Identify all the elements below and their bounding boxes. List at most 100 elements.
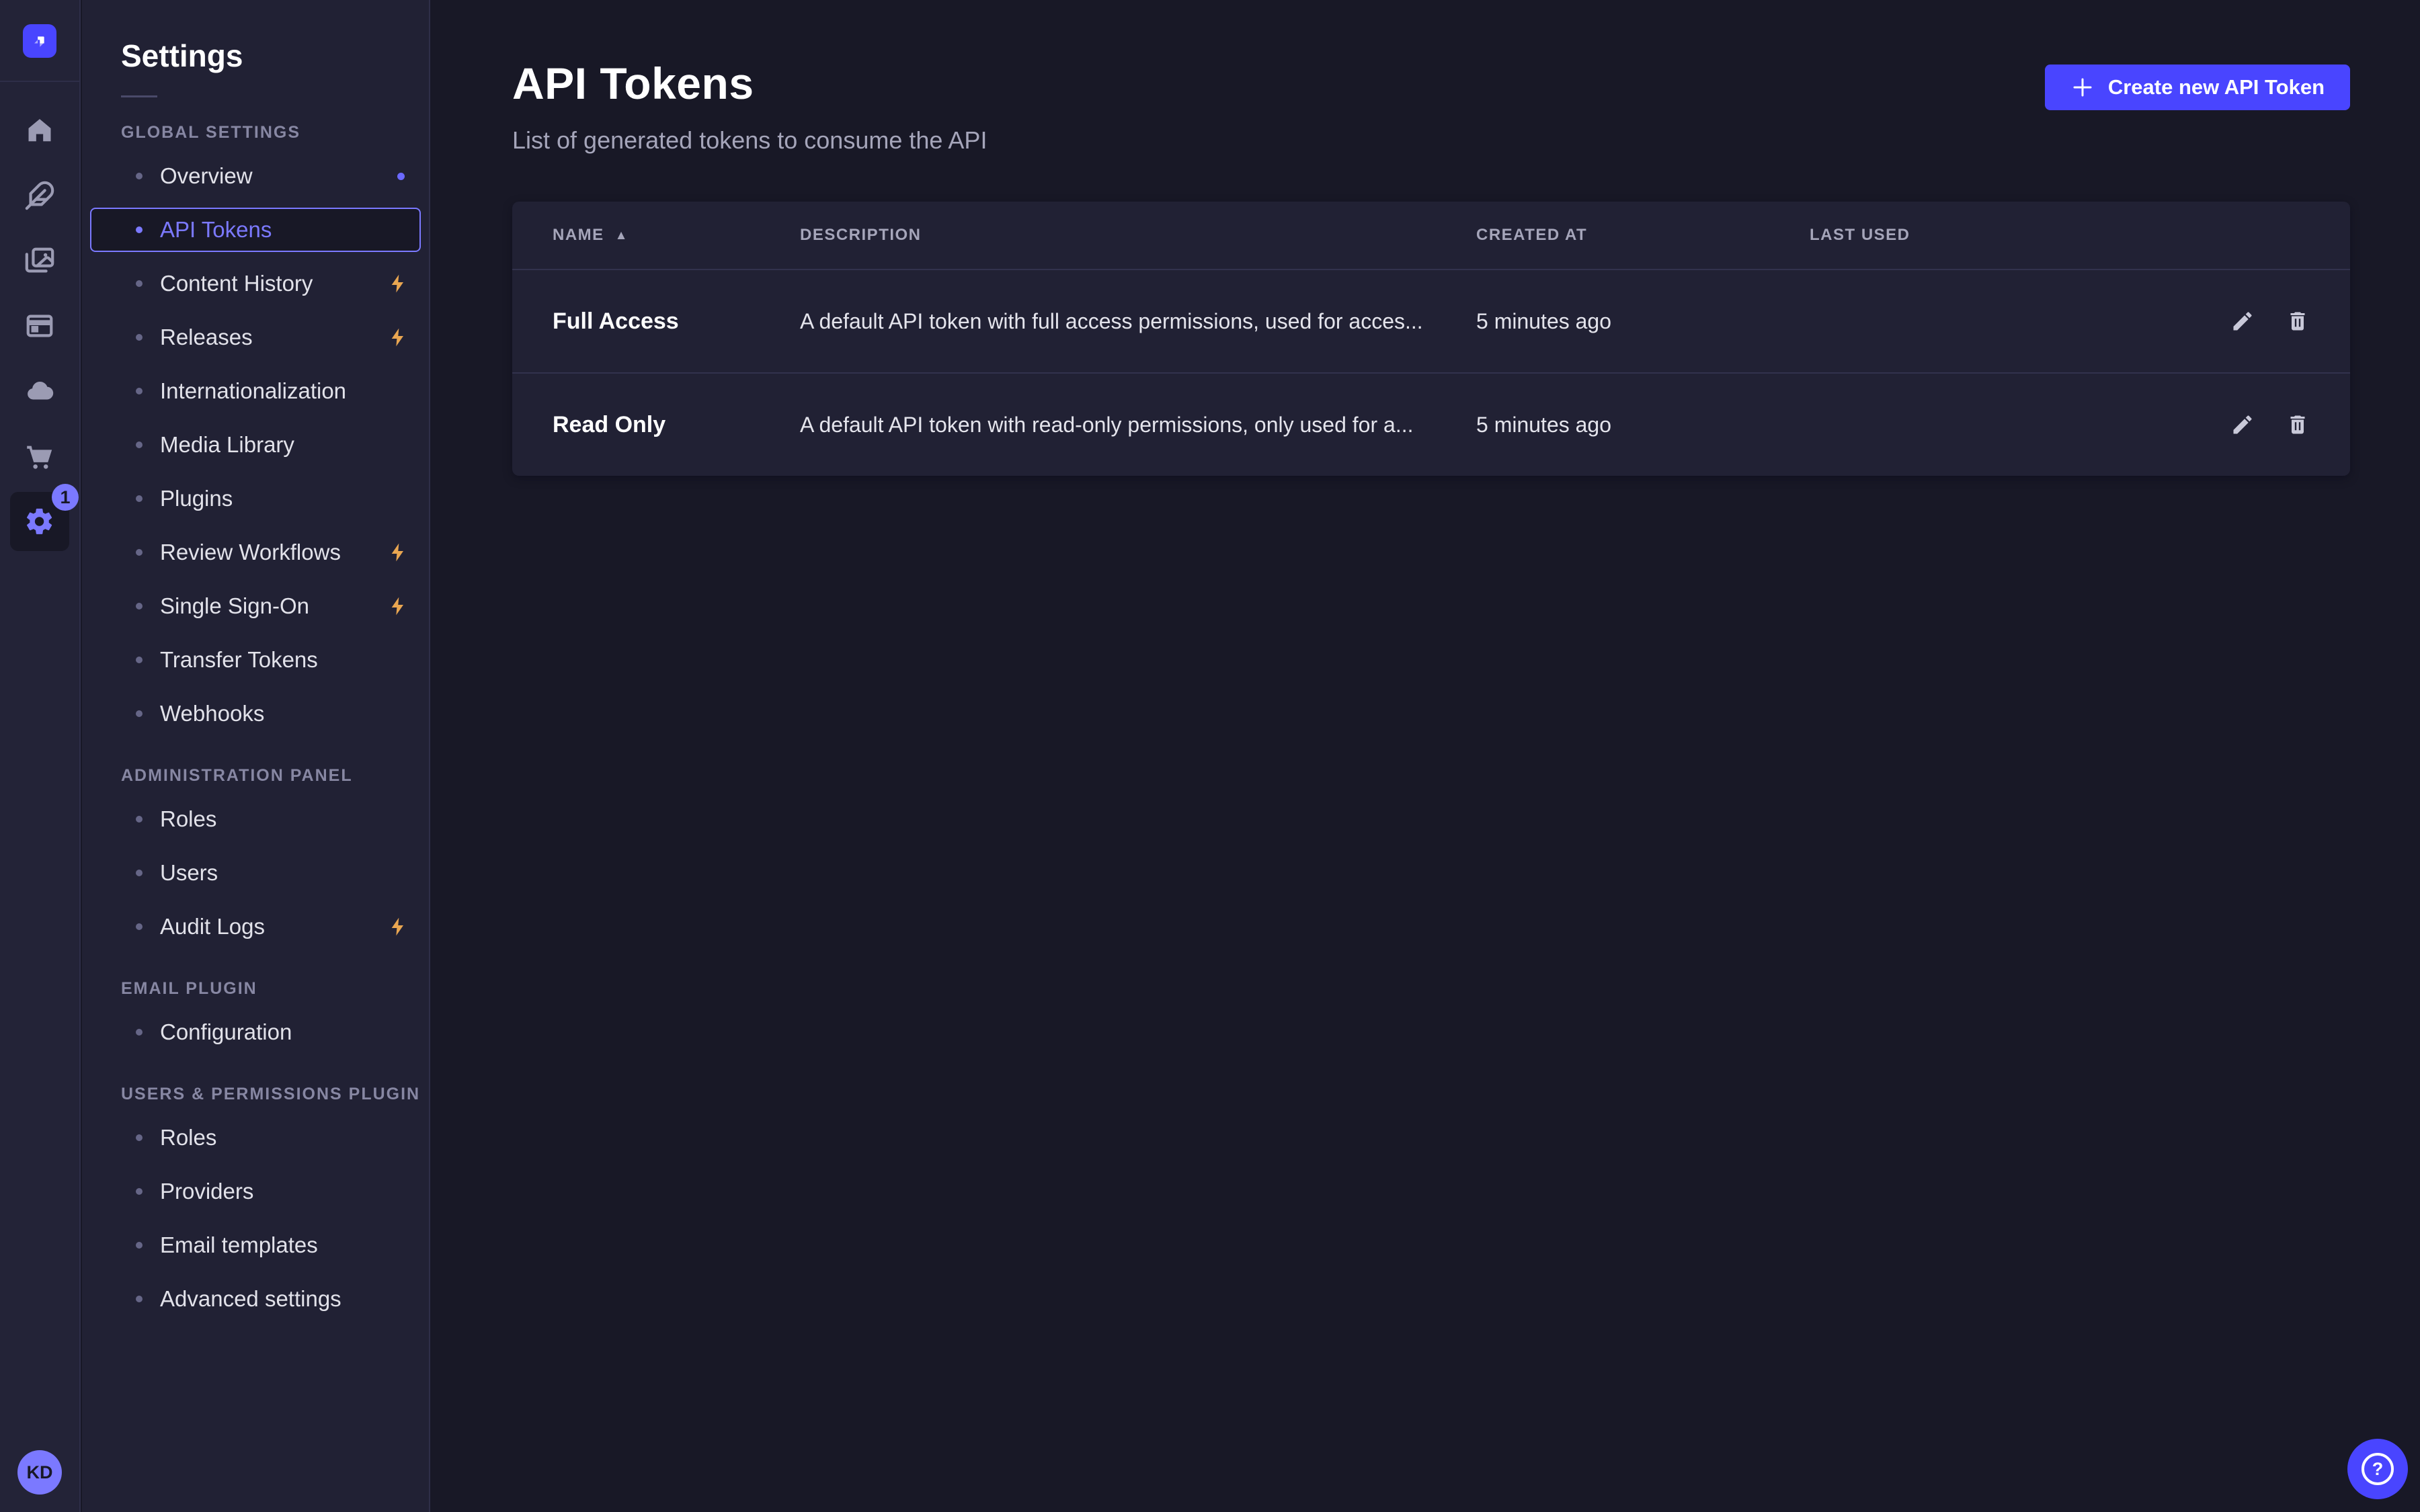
cart-icon (24, 441, 55, 472)
bullet-icon (136, 1029, 143, 1036)
nav-settings[interactable]: 1 (10, 492, 69, 551)
sidebar-item-providers[interactable]: Providers (82, 1165, 429, 1218)
sidebar-item-admin-roles[interactable]: Roles (82, 792, 429, 846)
create-api-token-button[interactable]: Create new API Token (2045, 65, 2350, 110)
table-row-full-access[interactable]: Full Access A default API token with ful… (512, 269, 2350, 372)
delete-token-button[interactable] (2282, 409, 2314, 441)
gear-icon (24, 506, 55, 537)
lightning-icon (387, 327, 409, 348)
bullet-icon (136, 1296, 143, 1302)
row-actions (2166, 305, 2314, 337)
bullet-icon (136, 923, 143, 930)
help-button[interactable]: ? (2347, 1439, 2408, 1499)
bullet-icon (136, 549, 143, 556)
sidebar-item-overview[interactable]: Overview (82, 149, 429, 203)
column-header-name[interactable]: NAME ▲ (553, 226, 800, 245)
pencil-icon (2230, 413, 2255, 437)
notification-dot-icon (397, 173, 405, 180)
sidebar-item-transfer-tokens[interactable]: Transfer Tokens (82, 633, 429, 687)
token-description: A default API token with full access per… (800, 309, 1476, 334)
delete-token-button[interactable] (2282, 305, 2314, 337)
table-row-read-only[interactable]: Read Only A default API token with read-… (512, 372, 2350, 476)
bullet-icon (136, 226, 143, 233)
table-header-row: NAME ▲ DESCRIPTION CREATED AT LAST USED (512, 202, 2350, 269)
nav-deploy[interactable] (10, 362, 69, 421)
nav-marketplace[interactable] (10, 427, 69, 486)
sidebar-item-audit-logs[interactable]: Audit Logs (82, 900, 429, 954)
bullet-icon (136, 603, 143, 610)
sidebar-item-review-workflows[interactable]: Review Workflows (82, 526, 429, 579)
sidebar-item-content-history[interactable]: Content History (82, 257, 429, 310)
bullet-icon (136, 1134, 143, 1141)
strapi-logo-icon (28, 30, 51, 52)
section-global-settings: GLOBAL SETTINGS (121, 123, 429, 142)
create-button-label: Create new API Token (2108, 75, 2325, 99)
bullet-icon (136, 334, 143, 341)
bullet-icon (136, 1188, 143, 1195)
row-actions (2166, 409, 2314, 441)
bullet-icon (136, 816, 143, 823)
sidebar-item-email-configuration[interactable]: Configuration (82, 1005, 429, 1059)
sidebar-item-single-sign-on[interactable]: Single Sign-On (82, 579, 429, 633)
sort-ascending-icon: ▲ (615, 229, 629, 242)
user-avatar-button[interactable]: KD (17, 1450, 62, 1495)
sidebar-item-media-library[interactable]: Media Library (82, 418, 429, 472)
section-users-permissions-plugin: USERS & PERMISSIONS PLUGIN (121, 1085, 429, 1104)
bullet-icon (136, 442, 143, 448)
sidebar-item-plugins[interactable]: Plugins (82, 472, 429, 526)
page-heading-block: API Tokens List of generated tokens to c… (512, 58, 987, 155)
section-email-plugin: EMAIL PLUGIN (121, 979, 429, 999)
rail-nav: 1 (10, 101, 69, 557)
bullet-icon (136, 173, 143, 179)
sidebar-item-api-tokens[interactable]: API Tokens (90, 208, 421, 252)
plus-icon (2070, 75, 2095, 99)
settings-nav: GLOBAL SETTINGS Overview API Tokens Cont… (82, 123, 429, 1326)
bullet-icon (136, 710, 143, 717)
feather-icon (24, 180, 55, 211)
token-description: A default API token with read-only permi… (800, 413, 1476, 437)
edit-token-button[interactable] (2226, 305, 2259, 337)
column-header-last-used: LAST USED (1810, 226, 2166, 245)
sidebar-item-email-templates[interactable]: Email templates (82, 1218, 429, 1272)
sidebar-title: Settings (121, 38, 429, 74)
workspace-logo-button[interactable] (23, 24, 56, 58)
lightning-icon (387, 595, 409, 617)
lightning-icon (387, 542, 409, 563)
section-administration-panel: ADMINISTRATION PANEL (121, 766, 429, 786)
bullet-icon (136, 495, 143, 502)
sidebar-item-advanced-settings[interactable]: Advanced settings (82, 1272, 429, 1326)
sidebar-item-up-roles[interactable]: Roles (82, 1111, 429, 1165)
main-nav-rail: 1 KD (0, 0, 81, 1512)
lightning-icon (387, 916, 409, 937)
edit-token-button[interactable] (2226, 409, 2259, 441)
main-content: API Tokens List of generated tokens to c… (430, 0, 2420, 1512)
bullet-icon (136, 388, 143, 394)
token-name: Full Access (553, 308, 800, 335)
token-created-at: 5 minutes ago (1476, 309, 1810, 334)
nav-home[interactable] (10, 101, 69, 160)
sidebar-item-releases[interactable]: Releases (82, 310, 429, 364)
trash-icon (2286, 413, 2310, 437)
lightning-icon (387, 273, 409, 294)
token-created-at: 5 minutes ago (1476, 413, 1810, 437)
sidebar-item-internationalization[interactable]: Internationalization (82, 364, 429, 418)
sidebar-item-webhooks[interactable]: Webhooks (82, 687, 429, 741)
bullet-icon (136, 657, 143, 663)
token-name: Read Only (553, 412, 800, 438)
nav-content-manager[interactable] (10, 166, 69, 225)
bullet-icon (136, 870, 143, 876)
column-header-created-at: CREATED AT (1476, 226, 1810, 245)
home-icon (24, 115, 55, 146)
sidebar-item-admin-users[interactable]: Users (82, 846, 429, 900)
layout-icon (24, 310, 55, 341)
bullet-icon (136, 280, 143, 287)
page-subtitle: List of generated tokens to consume the … (512, 126, 987, 155)
rail-divider (0, 81, 80, 82)
nav-media-library[interactable] (10, 231, 69, 290)
cloud-icon (24, 376, 55, 407)
nav-content-type-builder[interactable] (10, 296, 69, 355)
page-title: API Tokens (512, 58, 987, 109)
images-icon (24, 245, 55, 276)
column-header-description: DESCRIPTION (800, 226, 1476, 245)
title-divider (121, 95, 157, 97)
